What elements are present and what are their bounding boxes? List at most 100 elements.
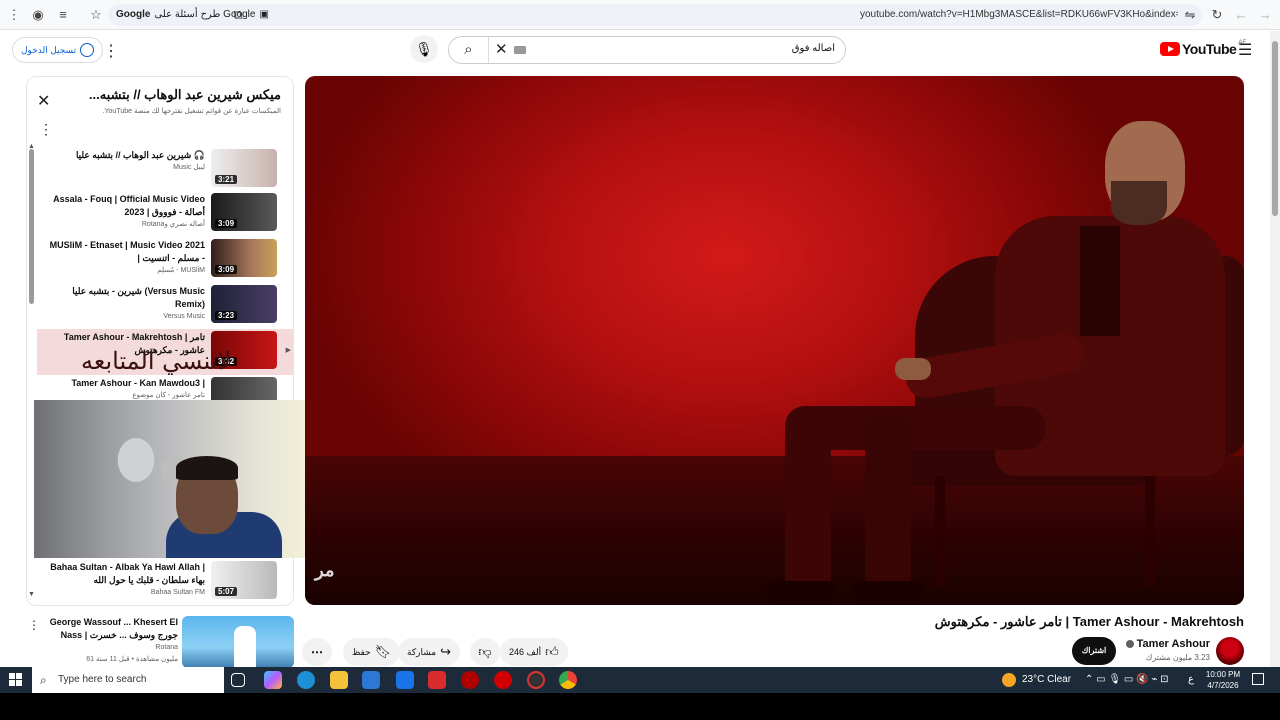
verified-icon [1125,640,1134,648]
like-button[interactable]: 246 ألف 👍︎ [500,638,568,666]
video-player[interactable]: ﻣﺮ [305,76,1244,605]
page-scrollbar[interactable] [1270,31,1280,667]
copilot-icon[interactable] [264,671,282,689]
keyboard-icon[interactable] [514,46,526,54]
search-placeholder: Type here to search [58,674,147,685]
taskbar-clock[interactable]: 10:00 PM 4/7/2026 [1200,669,1246,691]
more-actions-button[interactable]: ⋯ [302,638,332,666]
search-icon: ⌕ [40,673,47,687]
playlist-item-title: Bahaa Sultan - Albak Ya Hawl Allah | بها… [50,562,205,585]
search-icon[interactable]: ⌕ [449,37,489,63]
store-icon[interactable] [362,671,380,689]
playlist-subtitle: الميكسات عبارة عن قوائم تشغيل نقترحها لك… [102,108,281,115]
playlist-item[interactable]: MUSliM - Etnaset | Music Video 2021 | مس… [37,237,293,283]
save-label: حفظ [352,646,371,657]
forward-icon[interactable]: ← [1233,7,1249,23]
playlist-item-channel: MUSliM - مُسلِم [157,267,205,274]
playlist-item-channel: ليبل Music [173,164,205,171]
playlist-item-thumbnail[interactable]: 3:09 [211,193,277,231]
windows-taskbar: ⌕ Type here to search 23°C Clear ⌃ ▭ 🎙 ▭… [0,667,1280,693]
reload-icon[interactable]: ↻ [1209,7,1225,23]
back-icon[interactable]: → [1257,7,1273,23]
channel-name[interactable]: Tamer Ashour [1125,638,1210,650]
channel-avatar[interactable] [1216,637,1244,665]
duration-badge: 3:09 [215,265,238,274]
playlist-item[interactable]: Bahaa Sultan - Albak Ya Hawl Allah | بها… [37,559,293,605]
playlist-item-channel: Bahaa Sultan FM [150,589,205,596]
playlist-item-channel: Versus Music [163,313,205,320]
settings-more-icon[interactable]: ⋮ [103,41,119,61]
share-button[interactable]: مشاركة ↪ [398,638,460,666]
youtube-logo[interactable]: YouTube AE [1160,40,1246,57]
save-button[interactable]: حفظ 🔖︎ [343,638,401,666]
subscriber-count: 3.23 مليون مشترك [1145,653,1210,662]
screen-border [0,693,1280,720]
playlist-item-thumbnail[interactable]: 3:09 [211,239,277,277]
notifications-icon[interactable] [1252,673,1264,685]
clock-date: 4/7/2026 [1207,681,1239,690]
recommendation-item[interactable]: George Wassouf ... Khesert El Nass | جور… [40,616,178,666]
outlook-icon[interactable] [396,671,414,689]
dislike-button[interactable]: 👎︎ [470,638,500,666]
bookmark-icon: 🔖︎ [374,644,392,659]
windows-start-icon[interactable] [9,673,22,686]
thumbs-down-icon: 👎︎ [478,644,492,659]
voice-search-icon[interactable]: 🎙 [410,35,438,63]
tray-icons[interactable]: ⌃ ▭ 🎙 ▭ 🔇 ⌁ ⊡ [1085,667,1169,693]
scroll-down-icon[interactable]: ▼ [28,591,35,598]
tab-search-icon[interactable]: ≡ [55,7,71,23]
app-icon[interactable] [494,671,512,689]
clock-time: 10:00 PM [1205,670,1241,679]
recommendation-title: George Wassouf ... Khesert El Nass | جور… [49,617,178,640]
search-box[interactable]: ⌕ ✕ اصاله فوق [448,36,846,64]
recommendation-thumbnail[interactable] [182,616,294,668]
webcam-overlay [34,400,316,558]
duration-badge: 3:09 [215,219,238,228]
weather-text[interactable]: 23°C Clear [1022,667,1071,693]
playlist-title[interactable]: ميكس شيرين عبد الوهاب // بتشبه... [71,87,281,103]
share-icon: ↪ [440,644,451,659]
file-explorer-icon[interactable] [330,671,348,689]
channel-watermark[interactable]: ﻣﺮ [315,560,341,588]
duration-badge: 3:21 [215,175,238,184]
playlist-item[interactable]: شيرين - بتشبه عليا (Versus Music Remix) … [37,283,293,329]
subscribe-button[interactable]: اشتراك [1072,637,1116,665]
playlist-item-thumbnail[interactable]: 5:07 [211,561,277,599]
duration-badge: 5:07 [215,587,238,596]
app-icon[interactable] [461,671,479,689]
overlay-follow-text: لاتنسي المتابعه [81,347,232,375]
site-settings-icon[interactable]: ⇋ [1182,7,1198,23]
edge-icon[interactable] [297,671,315,689]
browser-menu-icon[interactable]: ⋮ [6,7,22,23]
logo-text: YouTube [1182,41,1237,57]
search-input[interactable]: اصاله فوق [792,43,835,54]
recorder-icon[interactable] [428,671,446,689]
playlist-item-title: شيرين عبد الوهاب // بتشبه عليا 🎧 [75,150,205,160]
playlist-item-thumbnail[interactable]: 3:21 [211,149,277,187]
thumbs-up-icon: 👍︎ [545,644,559,659]
install-app-icon[interactable]: ⧉ [230,7,246,23]
weather-moon-icon [1002,673,1016,687]
profile-icon[interactable]: ◉ [30,7,46,23]
url-text[interactable]: youtube.com/watch?v=H1Mbg3MASCE&list=RDK… [860,8,1178,22]
playlist-item-title: Assala - Fouq | Official Music Video 202… [53,194,205,217]
task-view-icon[interactable] [231,673,245,687]
app-icon[interactable] [527,671,545,689]
playlist-more-icon[interactable]: ⋮ [39,121,53,138]
playlist-item[interactable]: Assala - Fouq | Official Music Video 202… [37,191,293,237]
youtube-header: تسجيل الدخول ⋮ 🎙 ⌕ ✕ اصاله فوق YouTube A… [0,31,1270,71]
playlist-scrollbar[interactable] [29,149,34,304]
playlist-item[interactable]: شيرين عبد الوهاب // بتشبه عليا 🎧 ليبل Mu… [37,147,293,193]
bookmark-star-icon[interactable]: ☆ [88,7,104,23]
taskbar-search-input[interactable]: ⌕ Type here to search [32,667,224,693]
recommendation-more-icon[interactable]: ⋮ [28,618,40,632]
guide-menu-icon[interactable]: ☰ [1238,40,1252,60]
chrome-icon[interactable] [559,671,577,689]
playlist-item-thumbnail[interactable]: 3:23 [211,285,277,323]
input-language[interactable]: ع [1188,667,1194,693]
close-playlist-icon[interactable]: ✕ [37,91,50,111]
signin-button[interactable]: تسجيل الدخول [12,37,104,63]
like-count: 246 ألف [509,646,542,657]
channel-name-text: Tamer Ashour [1136,638,1210,650]
clear-search-icon[interactable]: ✕ [495,40,508,58]
